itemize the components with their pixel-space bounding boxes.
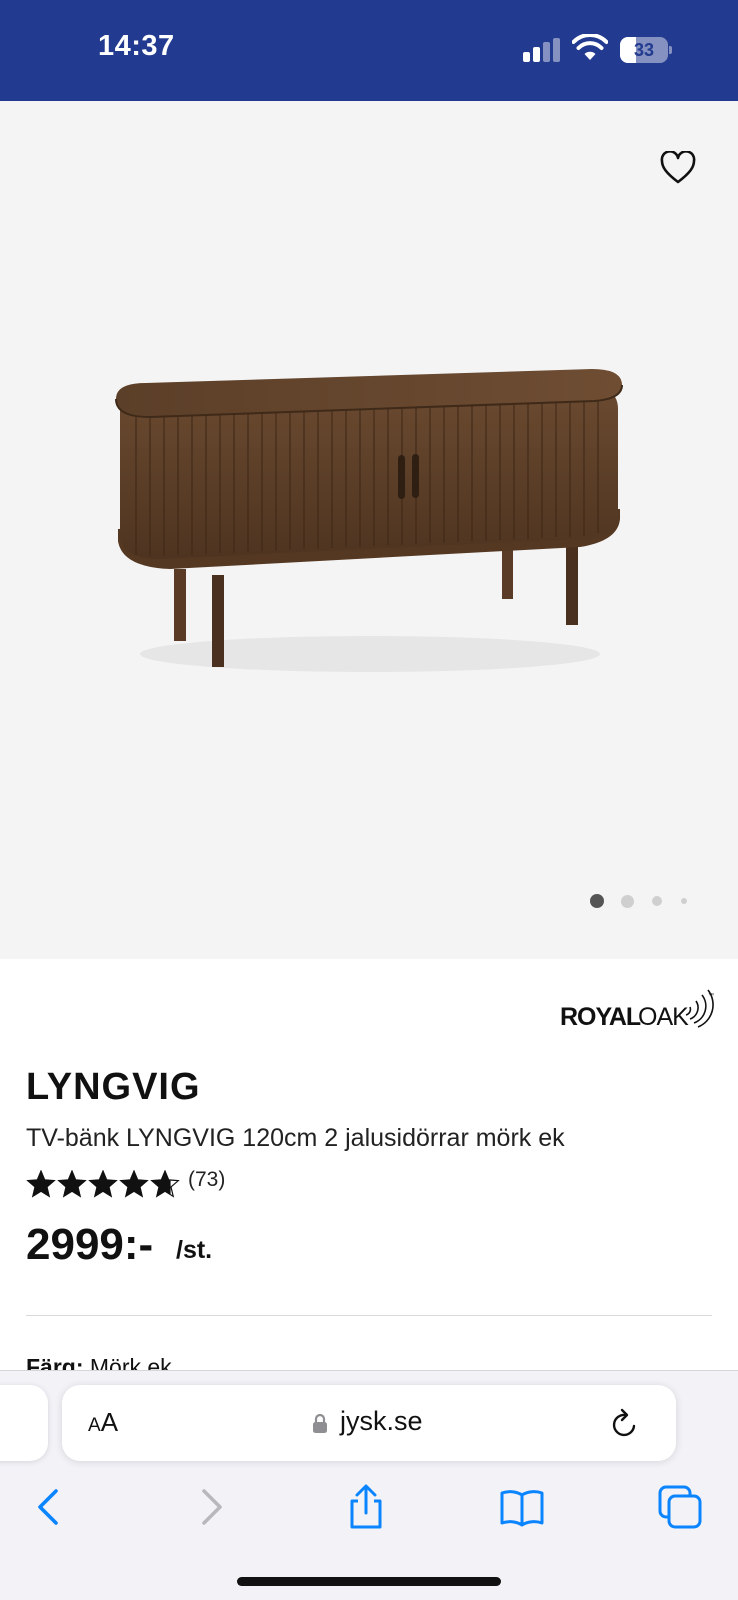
rating-stars [26,1170,180,1198]
wifi-icon [572,34,608,60]
brand-logo: ROYAL OAK ™ [560,989,714,1031]
product-image [115,369,623,672]
star-filled [58,1171,86,1197]
url-text[interactable]: jysk.se [340,1406,423,1437]
review-count[interactable]: (73) [188,1168,225,1192]
svg-text:™: ™ [708,992,714,999]
pagination-dot[interactable] [590,894,604,908]
color-label: Färg: [26,1354,84,1370]
back-icon[interactable] [26,1483,74,1531]
pagination-dot[interactable] [652,896,662,906]
battery-icon: 33 [620,37,672,63]
svg-text:ROYAL: ROYAL [560,1003,641,1031]
lock-icon [313,1413,327,1433]
svg-text:OAK: OAK [638,1003,689,1031]
product-name: LYNGVIG [26,1066,201,1108]
price-unit: /st. [176,1236,213,1264]
cellular-signal-icon [523,38,561,62]
status-bar: 14:37 33 [0,0,738,101]
home-indicator [237,1577,501,1586]
pagination-dot[interactable] [621,894,634,908]
status-time: 14:37 [98,30,175,62]
divider [26,1315,712,1316]
color-selector-label: Färg: Mörk ek [26,1354,172,1370]
text-size-button[interactable]: AA [88,1407,118,1438]
reload-icon[interactable] [610,1407,640,1439]
share-icon[interactable] [342,1483,390,1531]
heart-outline-icon[interactable] [660,151,696,185]
star-filled [120,1171,148,1197]
price-row: 2999:- /st. [26,1220,426,1276]
battery-level: 33 [633,40,655,60]
product-price: 2999:- [26,1220,154,1269]
product-rating[interactable]: (73) [26,1168,286,1200]
browser-toolbar: AA jysk.se [0,1370,738,1600]
color-value: Mörk ek [89,1354,172,1370]
bookmarks-icon[interactable] [498,1483,546,1531]
star-filled [89,1171,117,1197]
previous-tab-preview[interactable] [0,1385,48,1461]
address-bar[interactable]: AA jysk.se [62,1385,676,1461]
star-filled [27,1171,55,1197]
forward-icon[interactable] [186,1483,234,1531]
product-image-gallery[interactable] [0,101,738,959]
tabs-icon[interactable] [656,1483,704,1531]
image-pagination[interactable] [590,894,700,910]
pagination-dot[interactable] [681,898,687,904]
product-description: TV-bänk LYNGVIG 120cm 2 jalusidörrar mör… [26,1124,565,1152]
